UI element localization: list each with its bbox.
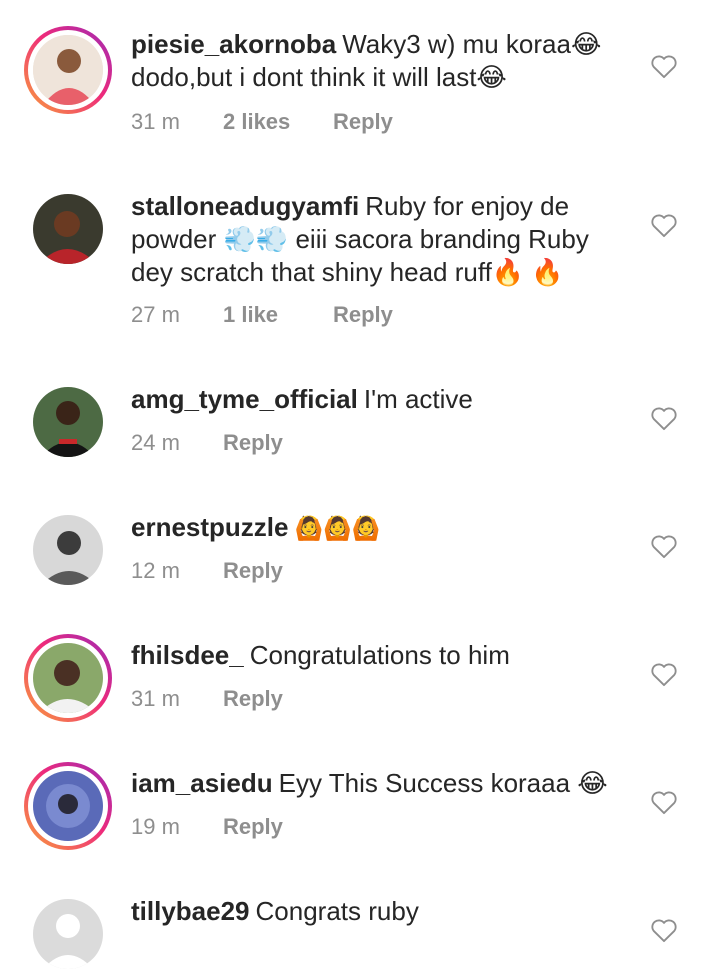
avatar-story-ring[interactable] [24, 762, 112, 850]
heart-outline-icon[interactable] [650, 533, 678, 559]
comment-text: Congrats ruby [255, 896, 419, 926]
avatar [33, 194, 103, 264]
comment-meta: 19 m Reply [131, 814, 283, 840]
reply-button[interactable]: Reply [223, 686, 283, 712]
comment-time: 31 m [131, 686, 180, 711]
avatar-wrap[interactable] [24, 890, 112, 978]
comment-body: piesie_akornoba Waky3 w) mu koraa😂 dodo,b… [131, 28, 631, 94]
comment-body: amg_tyme_official I'm active [131, 383, 631, 416]
comment-username[interactable]: piesie_akornoba [131, 29, 336, 59]
avatar [33, 771, 103, 841]
comment-body: iam_asiedu Eyy This Success koraaa 😂 [131, 767, 631, 800]
reply-button[interactable]: Reply [223, 814, 283, 840]
comment-time: 24 m [131, 430, 180, 455]
comment-meta: 27 m 1 like Reply [131, 302, 393, 328]
comment-body: ernestpuzzle 🙆🙆🙆 [131, 511, 631, 546]
comment-text: Eyy This Success koraaa 😂 [278, 768, 608, 798]
comment-meta: 12 m Reply [131, 558, 283, 584]
comment-meta: 24 m Reply [131, 430, 283, 456]
comment-time: 27 m [131, 302, 180, 327]
comment-username[interactable]: tillybae29 [131, 896, 250, 926]
comment-meta: 31 m Reply [131, 686, 283, 712]
heart-outline-icon[interactable] [650, 405, 678, 431]
avatar [33, 515, 103, 585]
heart-outline-icon[interactable] [650, 789, 678, 815]
avatar [33, 899, 103, 969]
reply-button[interactable]: Reply [223, 558, 283, 584]
reply-button[interactable]: Reply [223, 430, 283, 456]
comment-likes[interactable]: 1 like [223, 302, 333, 328]
avatar-wrap[interactable] [24, 185, 112, 273]
avatar-story-ring[interactable] [24, 26, 112, 114]
comment-username[interactable]: iam_asiedu [131, 768, 273, 798]
comment-text: I'm active [363, 384, 473, 414]
comment-time: 19 m [131, 814, 180, 839]
heart-outline-icon[interactable] [650, 212, 678, 238]
avatar-story-ring[interactable] [24, 634, 112, 722]
avatar-wrap[interactable] [24, 506, 112, 594]
avatar-wrap[interactable] [24, 378, 112, 466]
comment-username[interactable]: fhilsdee_ [131, 640, 244, 670]
heart-outline-icon[interactable] [650, 53, 678, 79]
comment-username[interactable]: ernestpuzzle [131, 512, 289, 542]
comment-text: Congratulations to him [249, 640, 510, 670]
reply-button[interactable]: Reply [333, 109, 393, 135]
comment-likes[interactable]: 2 likes [223, 109, 333, 135]
comment-text: 🙆🙆🙆 [294, 516, 381, 542]
comment-username[interactable]: stalloneadugyamfi [131, 191, 359, 221]
avatar [33, 387, 103, 457]
comment-username[interactable]: amg_tyme_official [131, 384, 358, 414]
comment-time: 31 m [131, 109, 180, 134]
avatar [33, 35, 103, 105]
reply-button[interactable]: Reply [333, 302, 393, 328]
heart-outline-icon[interactable] [650, 917, 678, 943]
comment-body: fhilsdee_ Congratulations to him [131, 639, 631, 672]
comment-meta: 31 m 2 likes Reply [131, 109, 393, 135]
comment-body: stalloneadugyamfi Ruby for enjoy de powde… [131, 190, 631, 289]
avatar [33, 643, 103, 713]
comment-body: tillybae29 Congrats ruby [131, 895, 631, 928]
heart-outline-icon[interactable] [650, 661, 678, 687]
comment-time: 12 m [131, 558, 180, 583]
